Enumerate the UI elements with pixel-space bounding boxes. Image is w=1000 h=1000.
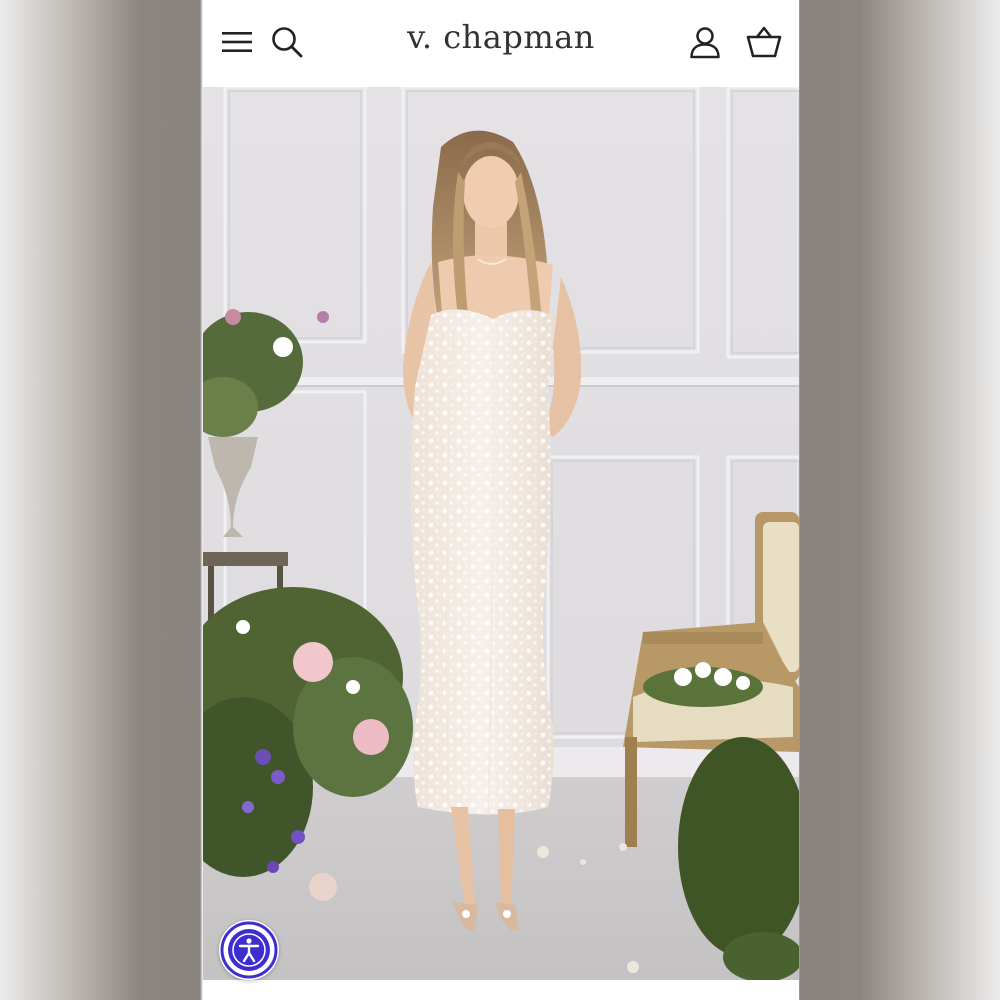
hero-illustration (203, 87, 799, 980)
site-header: v. chapman (203, 0, 799, 87)
phone-screen: v. chapman (203, 0, 799, 1000)
user-account-icon[interactable] (687, 24, 723, 60)
shopping-basket-icon[interactable] (746, 24, 782, 60)
product-hero-image[interactable] (203, 87, 799, 980)
page-bottom-strip (203, 980, 799, 1000)
accessibility-icon[interactable] (219, 920, 279, 980)
